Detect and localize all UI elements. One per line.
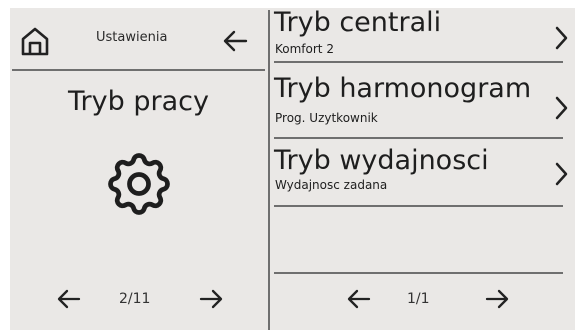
menu-item-title: Tryb harmonogram [274,73,532,104]
arrow-left-icon [223,30,248,52]
menu-item-divider [274,205,563,207]
right-next-button[interactable] [483,286,511,312]
menu-item-subtitle: Wydajnosc zadana [275,178,388,192]
mode-gear[interactable] [101,146,177,222]
menu-item-tryb-harmonogram[interactable]: Tryb harmonogram Prog. Uzytkownik [274,73,568,139]
menu-item-subtitle: Komfort 2 [275,42,334,56]
menu-item-divider [274,61,563,63]
gear-icon [108,153,170,215]
home-button[interactable] [18,24,52,58]
menu-item-divider [274,137,563,139]
menu-item-subtitle: Prog. Uzytkownik [275,111,378,125]
menu-item-title: Tryb wydajnosci [274,145,489,176]
arrow-right-icon [199,289,223,309]
menu-item-tryb-wydajnosci[interactable]: Tryb wydajnosci Wydajnosc zadana [274,145,568,208]
chevron-right-icon [555,96,568,120]
left-next-button[interactable] [197,286,225,312]
home-icon [21,27,49,56]
settings-screen: Ustawienia Tryb pracy 2/11 Tryb centrali… [10,8,575,330]
right-page-indicator: 1/1 [407,291,430,307]
right-prev-button[interactable] [345,286,373,312]
header-divider [12,69,265,71]
menu-item-title: Tryb centrali [274,7,442,38]
arrow-left-icon [347,289,371,309]
mode-title: Tryb pracy [68,86,209,117]
menu-item-tryb-centrali[interactable]: Tryb centrali Komfort 2 [274,7,568,70]
left-page-indicator: 2/11 [119,291,151,307]
right-footer-divider [274,272,563,274]
header-title: Ustawienia [96,30,168,45]
panel-separator [268,10,270,330]
back-button[interactable] [220,26,250,56]
arrow-right-icon [485,289,509,309]
left-prev-button[interactable] [55,286,83,312]
chevron-right-icon [555,26,568,50]
chevron-right-icon [555,162,568,186]
arrow-left-icon [57,289,81,309]
